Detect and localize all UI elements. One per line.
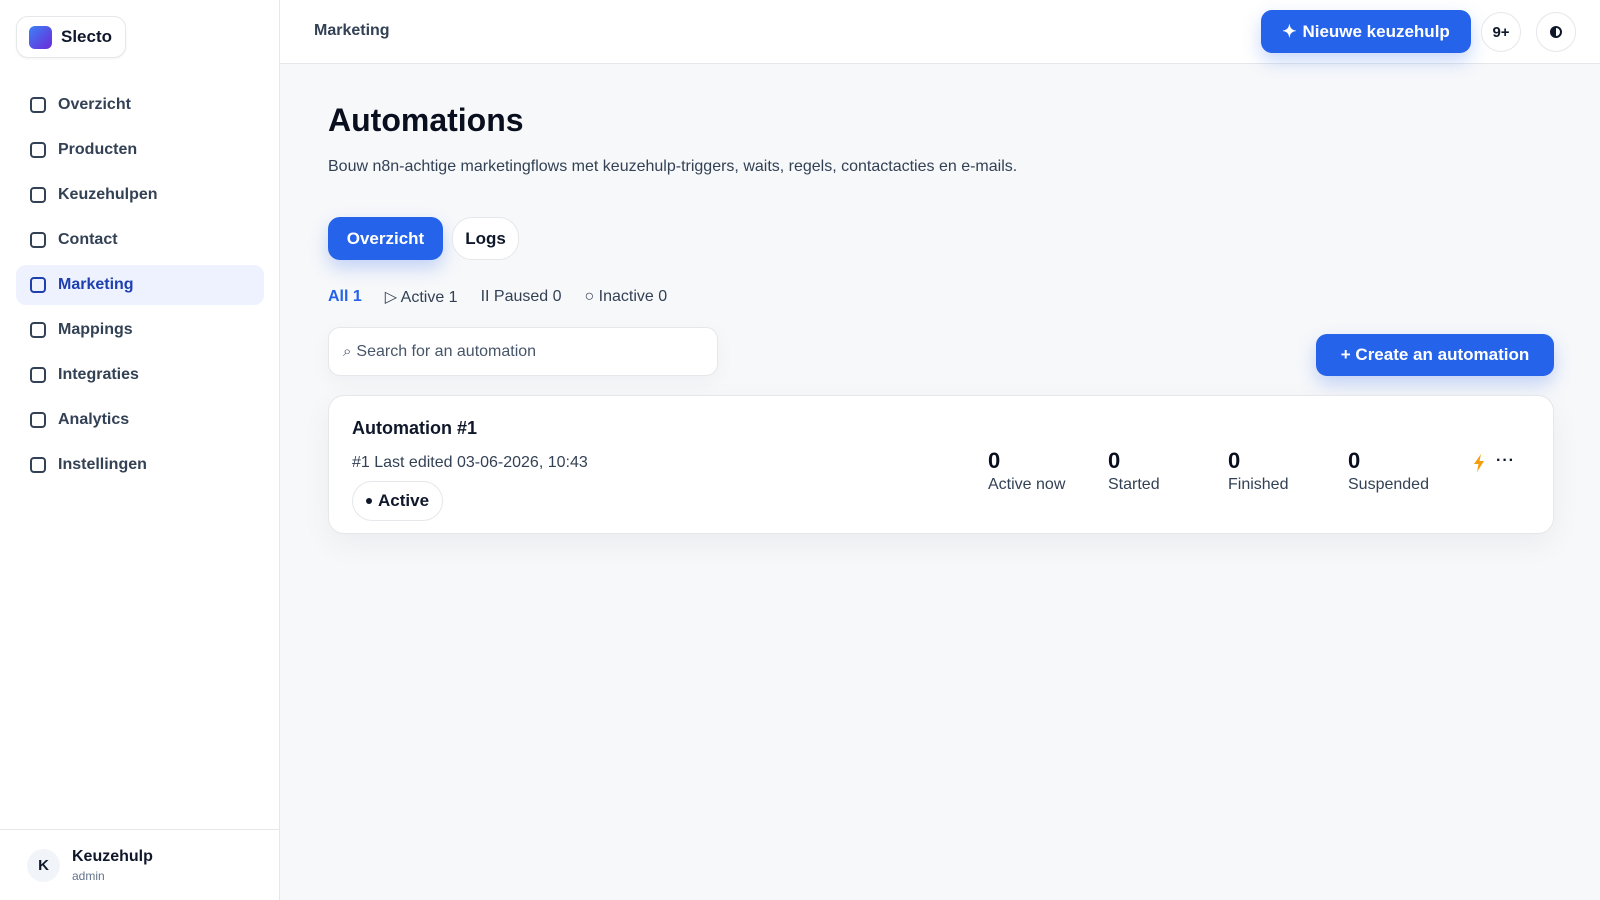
sidebar: Slecto Overzicht Producten Keuzehulpen C… [0,0,280,900]
status-label: Active [378,491,430,510]
checkbox-square-icon [30,142,46,158]
stat-label: Active now [988,476,1066,493]
stat-started: 0 Started [1108,450,1160,494]
notifications-button[interactable]: 9+ [1481,12,1521,52]
sidebar-item-label: Marketing [58,276,134,293]
more-options-icon[interactable]: ··· [1496,452,1515,470]
tab-logs[interactable]: Logs [452,217,519,260]
notification-count: 9+ [1492,23,1510,41]
filter-all[interactable]: All 1 [328,288,362,306]
sidebar-item-analytics[interactable]: Analytics [16,400,264,440]
new-keuzehulp-button[interactable]: ✦ Nieuwe keuzehulp [1261,10,1471,53]
sparkle-icon: ✦ [1282,21,1297,41]
filter-inactive[interactable]: ○ Inactive 0 [585,288,668,306]
user-role: admin [72,868,105,883]
sidebar-item-mappings[interactable]: Mappings [16,310,264,350]
checkbox-square-icon [30,97,46,113]
checkbox-square-icon [30,277,46,293]
sidebar-item-label: Mappings [58,321,133,338]
sidebar-item-label: Integraties [58,366,139,383]
search-icon: ⌕ [343,343,352,360]
stat-finished: 0 Finished [1228,450,1288,494]
contrast-icon [1550,26,1562,38]
sidebar-item-producten[interactable]: Producten [16,130,264,170]
sidebar-item-marketing[interactable]: Marketing [16,265,264,305]
sidebar-item-label: Overzicht [58,96,131,113]
sidebar-item-contact[interactable]: Contact [16,220,264,260]
sidebar-item-integraties[interactable]: Integraties [16,355,264,395]
sidebar-item-label: Producten [58,141,138,158]
user-profile[interactable]: K Keuzehulp admin [0,829,280,900]
stat-label: Started [1108,476,1160,493]
tab-overzicht[interactable]: Overzicht [328,217,443,260]
status-badge: Active [352,481,444,521]
new-keuzehulp-label: Nieuwe keuzehulp [1302,21,1450,41]
sidebar-item-overzicht[interactable]: Overzicht [16,85,264,125]
brand-logo-icon [29,25,52,49]
sidebar-item-label: Analytics [58,411,130,428]
stat-value: 0 [1348,448,1361,473]
checkbox-square-icon [30,322,46,338]
avatar: K [27,848,60,882]
sidebar-item-label: Instellingen [58,456,147,473]
brand-logo-button[interactable]: Slecto [16,16,127,58]
stat-active-now: 0 Active now [988,450,1065,494]
stat-label: Finished [1228,476,1289,493]
theme-toggle-button[interactable] [1536,12,1576,52]
page-title: Automations [328,102,524,138]
sidebar-item-label: Keuzehulpen [58,186,158,203]
checkbox-square-icon [30,367,46,383]
search-input[interactable] [356,342,697,361]
user-name: Keuzehulp [72,847,153,865]
filter-active[interactable]: ▷ Active 1 [385,287,458,307]
bolt-icon[interactable] [1473,454,1485,472]
checkbox-square-icon [30,187,46,203]
automation-title: Automation #1 [352,418,478,438]
checkbox-square-icon [30,232,46,248]
sidebar-item-keuzehulpen[interactable]: Keuzehulpen [16,175,264,215]
top-header: Marketing ✦ Nieuwe keuzehulp 9+ [280,0,1600,64]
sidebar-nav: Overzicht Producten Keuzehulpen Contact … [16,85,264,490]
automation-meta: #1 Last edited 03-06-2026, 10:43 [352,454,588,471]
status-filters: All 1 ▷ Active 1 II Paused 0 ○ Inactive … [328,287,690,307]
stat-value: 0 [988,448,1001,473]
search-box: ⌕ [328,327,718,376]
page-description: Bouw n8n-achtige marketingflows met keuz… [328,158,1018,175]
checkbox-square-icon [30,457,46,473]
brand-name: Slecto [61,27,113,46]
filter-paused[interactable]: II Paused 0 [481,288,562,306]
stat-value: 0 [1228,448,1241,473]
user-info: Keuzehulp admin [72,848,153,883]
status-dot-icon [366,498,372,504]
stat-value: 0 [1108,448,1121,473]
sidebar-item-instellingen[interactable]: Instellingen [16,445,264,485]
sidebar-item-label: Contact [58,231,118,248]
stat-suspended: 0 Suspended [1348,450,1429,494]
create-automation-button[interactable]: + Create an automation [1316,334,1554,376]
breadcrumb: Marketing [314,22,390,39]
stat-label: Suspended [1348,476,1429,493]
automation-card[interactable]: Automation #1 #1 Last edited 03-06-2026,… [328,395,1554,534]
checkbox-square-icon [30,412,46,428]
